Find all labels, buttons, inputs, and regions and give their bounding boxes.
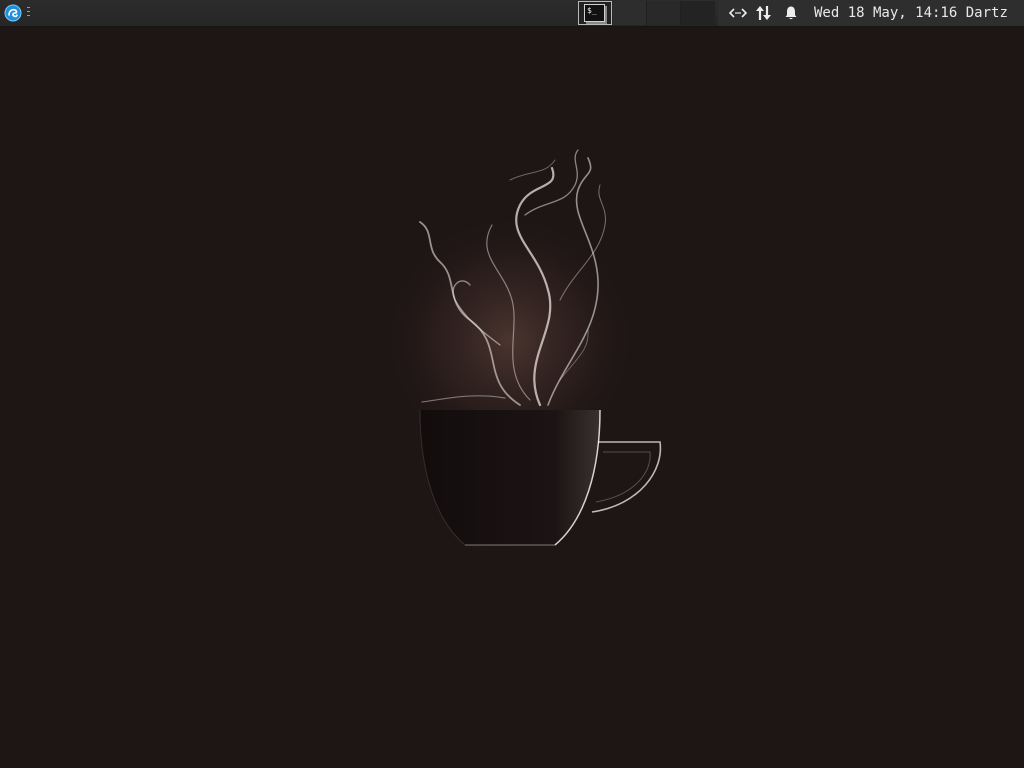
wallpaper — [0, 27, 1024, 768]
taskbar-button-terminal[interactable] — [578, 1, 612, 25]
app-menu-icon[interactable] — [4, 4, 22, 22]
network-transfer-icon[interactable] — [755, 4, 773, 22]
top-panel: Wed 18 May, 14:16 Dartz — [0, 0, 1024, 27]
taskbar-button-2[interactable] — [613, 1, 647, 25]
terminal-icon — [584, 4, 605, 22]
user-name[interactable]: Dartz — [966, 5, 1008, 21]
taskbar-button-4[interactable] — [681, 1, 715, 25]
clock-datetime: Wed 18 May, 14:16 — [814, 5, 958, 21]
bell-icon[interactable] — [783, 5, 799, 21]
panel-handle-icon[interactable] — [27, 7, 31, 19]
network-code-icon[interactable] — [729, 5, 747, 21]
desktop[interactable]: Wed 18 May, 14:16 Dartz — [0, 0, 1024, 768]
taskbar-button-3[interactable] — [647, 1, 681, 25]
clock[interactable]: Wed 18 May, 14:16 Dartz — [814, 5, 1008, 21]
